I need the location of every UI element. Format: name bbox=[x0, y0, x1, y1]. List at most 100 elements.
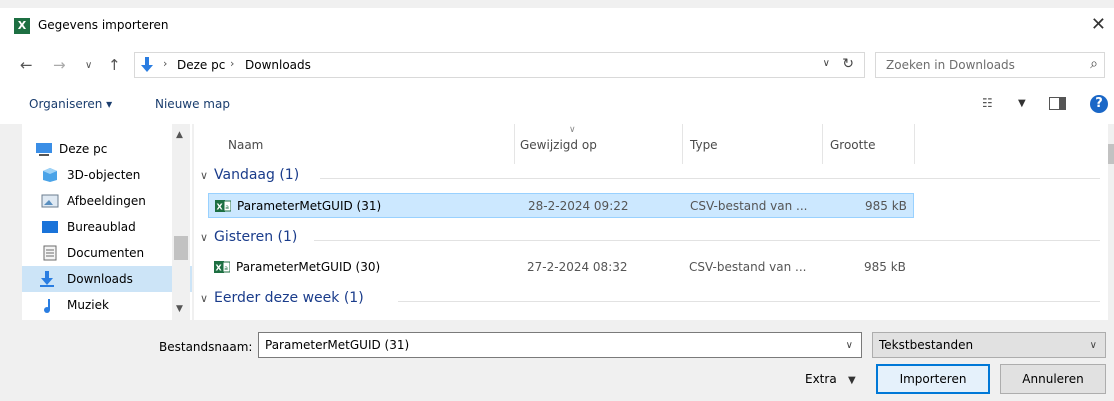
file-row[interactable]: Xa ParameterMetGUID (30) 27-2-2024 08:32… bbox=[208, 255, 914, 280]
column-header-type[interactable]: Type bbox=[690, 138, 718, 152]
file-type: CSV-bestand van ... bbox=[690, 199, 808, 213]
computer-icon bbox=[36, 143, 52, 156]
breadcrumb-separator: › bbox=[230, 57, 235, 70]
file-modified: 27-2-2024 08:32 bbox=[527, 260, 628, 274]
svg-text:X: X bbox=[217, 203, 224, 212]
sidebar-item-label: 3D-objecten bbox=[67, 168, 141, 182]
view-options-chevron-icon[interactable]: ▼ bbox=[1018, 98, 1026, 109]
group-label: Vandaag (1) bbox=[214, 167, 300, 183]
sidebar-item-deze-pc[interactable]: Deze pc bbox=[22, 136, 192, 162]
dialog-title: Gegevens importeren bbox=[38, 18, 169, 32]
group-collapse-chevron-icon[interactable]: ∨ bbox=[200, 292, 214, 305]
sidebar-item-label: Deze pc bbox=[59, 142, 108, 156]
cube-icon bbox=[43, 168, 57, 182]
chevron-down-icon[interactable]: ∨ bbox=[1090, 340, 1097, 351]
search-box[interactable]: Zoeken in Downloads ⌕ bbox=[875, 52, 1105, 78]
import-button[interactable]: Importeren bbox=[876, 364, 990, 394]
file-name: ParameterMetGUID (31) bbox=[237, 199, 382, 213]
documents-icon bbox=[43, 245, 57, 261]
new-folder-button[interactable]: Nieuwe map bbox=[155, 97, 230, 111]
sidebar-item-afbeeldingen[interactable]: Afbeeldingen bbox=[22, 188, 192, 214]
help-icon[interactable]: ? bbox=[1090, 95, 1108, 113]
scroll-down-arrow-icon[interactable]: ▼ bbox=[176, 304, 183, 314]
filename-label: Bestandsnaam: bbox=[159, 340, 253, 354]
column-header-modified[interactable]: Gewijzigd op bbox=[520, 138, 597, 152]
refresh-icon[interactable]: ↻ bbox=[842, 56, 854, 72]
group-label: Eerder deze week (1) bbox=[214, 290, 364, 306]
file-type-filter-value: Tekstbestanden bbox=[879, 338, 974, 352]
group-header-eerder-deze-week[interactable]: ∨ Eerder deze week (1) bbox=[200, 290, 364, 306]
filename-input[interactable]: ParameterMetGUID (31) ∨ bbox=[258, 332, 862, 358]
svg-text:a: a bbox=[224, 265, 228, 272]
column-header-size[interactable]: Grootte bbox=[830, 138, 875, 152]
organize-menu-button[interactable]: Organiseren ▾ bbox=[29, 97, 112, 111]
file-size: 985 kB bbox=[864, 260, 906, 274]
group-collapse-chevron-icon[interactable]: ∨ bbox=[200, 169, 214, 182]
sidebar-item-documenten[interactable]: Documenten bbox=[22, 240, 192, 266]
file-size: 985 kB bbox=[865, 199, 907, 213]
file-type: CSV-bestand van ... bbox=[689, 260, 807, 274]
search-input[interactable]: Zoeken in Downloads bbox=[886, 58, 1015, 72]
group-divider bbox=[314, 240, 1100, 241]
group-divider bbox=[398, 301, 1100, 302]
music-icon bbox=[44, 299, 50, 313]
scrollbar-thumb[interactable] bbox=[1108, 144, 1114, 164]
column-header-name[interactable]: Naam bbox=[228, 138, 263, 152]
preview-pane-icon[interactable] bbox=[1049, 97, 1066, 110]
extra-menu-button[interactable]: Extra bbox=[805, 372, 837, 386]
forward-arrow-icon[interactable]: → bbox=[53, 56, 66, 74]
address-bar[interactable]: › Deze pc › Downloads ∨ ↻ bbox=[134, 52, 865, 78]
file-row[interactable]: Xa ParameterMetGUID (31) 28-2-2024 09:22… bbox=[208, 193, 914, 218]
filename-value[interactable]: ParameterMetGUID (31) bbox=[265, 338, 409, 352]
breadcrumb-deze-pc[interactable]: Deze pc bbox=[177, 58, 225, 72]
downloads-folder-icon bbox=[141, 57, 153, 72]
recent-locations-chevron-icon[interactable]: ∨ bbox=[85, 60, 92, 71]
group-header-gisteren[interactable]: ∨ Gisteren (1) bbox=[200, 229, 297, 245]
address-row: ← → ∨ ↑ › Deze pc › Downloads ∨ ↻ Zoeken… bbox=[0, 44, 1114, 86]
pictures-icon bbox=[41, 194, 59, 208]
group-collapse-chevron-icon[interactable]: ∨ bbox=[200, 231, 214, 244]
up-arrow-icon[interactable]: ↑ bbox=[108, 56, 121, 74]
breadcrumb-downloads[interactable]: Downloads bbox=[245, 58, 311, 72]
column-divider[interactable] bbox=[514, 124, 515, 164]
file-list-scrollbar[interactable] bbox=[1108, 124, 1114, 320]
csv-file-icon: Xa bbox=[214, 261, 230, 273]
file-type-filter-select[interactable]: Tekstbestanden ∨ bbox=[872, 332, 1106, 358]
sidebar-item-muziek[interactable]: Muziek bbox=[22, 292, 192, 318]
sidebar-item-label: Afbeeldingen bbox=[67, 194, 146, 208]
close-icon[interactable]: ✕ bbox=[1091, 14, 1106, 35]
column-divider[interactable] bbox=[682, 124, 683, 164]
filename-history-chevron-icon[interactable]: ∨ bbox=[846, 340, 853, 351]
sort-chevron-icon: ∨ bbox=[569, 125, 576, 135]
svg-text:a: a bbox=[225, 204, 229, 211]
breadcrumb-separator: › bbox=[163, 57, 168, 70]
search-icon[interactable]: ⌕ bbox=[1090, 56, 1098, 72]
group-divider bbox=[320, 178, 1100, 179]
sidebar-item-3d-objecten[interactable]: 3D-objecten bbox=[22, 162, 192, 188]
extra-menu-chevron-icon[interactable]: ▼ bbox=[848, 375, 856, 386]
group-label: Gisteren (1) bbox=[214, 229, 298, 245]
scroll-up-arrow-icon[interactable]: ▲ bbox=[176, 130, 183, 140]
excel-app-icon: X bbox=[14, 18, 30, 34]
file-name: ParameterMetGUID (30) bbox=[236, 260, 381, 274]
command-toolbar: Organiseren ▾ Nieuwe map ☷ ▼ ? bbox=[0, 86, 1114, 124]
back-arrow-icon[interactable]: ← bbox=[20, 56, 33, 74]
sidebar-item-label: Bureaublad bbox=[67, 220, 136, 234]
title-bar: X Gegevens importeren ✕ bbox=[0, 8, 1114, 44]
scrollbar-thumb[interactable] bbox=[174, 236, 188, 260]
file-modified: 28-2-2024 09:22 bbox=[528, 199, 629, 213]
column-divider[interactable] bbox=[822, 124, 823, 164]
view-options-icon[interactable]: ☷ bbox=[982, 96, 993, 110]
cancel-button[interactable]: Annuleren bbox=[1000, 364, 1106, 394]
sidebar-item-bureaublad[interactable]: Bureaublad bbox=[22, 214, 192, 240]
group-header-vandaag[interactable]: ∨ Vandaag (1) bbox=[200, 167, 299, 183]
sidebar-item-label: Muziek bbox=[67, 298, 109, 312]
import-dialog: X Gegevens importeren ✕ ← → ∨ ↑ › Deze p… bbox=[0, 0, 1114, 401]
csv-file-icon: Xa bbox=[215, 200, 231, 212]
sidebar-item-downloads[interactable]: Downloads bbox=[22, 266, 192, 292]
column-divider[interactable] bbox=[914, 124, 915, 164]
address-history-chevron-icon[interactable]: ∨ bbox=[823, 58, 830, 69]
sidebar-item-label: Documenten bbox=[67, 246, 145, 260]
svg-text:X: X bbox=[216, 264, 223, 273]
navigation-pane-scrollbar[interactable]: ▲ ▼ bbox=[172, 124, 190, 320]
